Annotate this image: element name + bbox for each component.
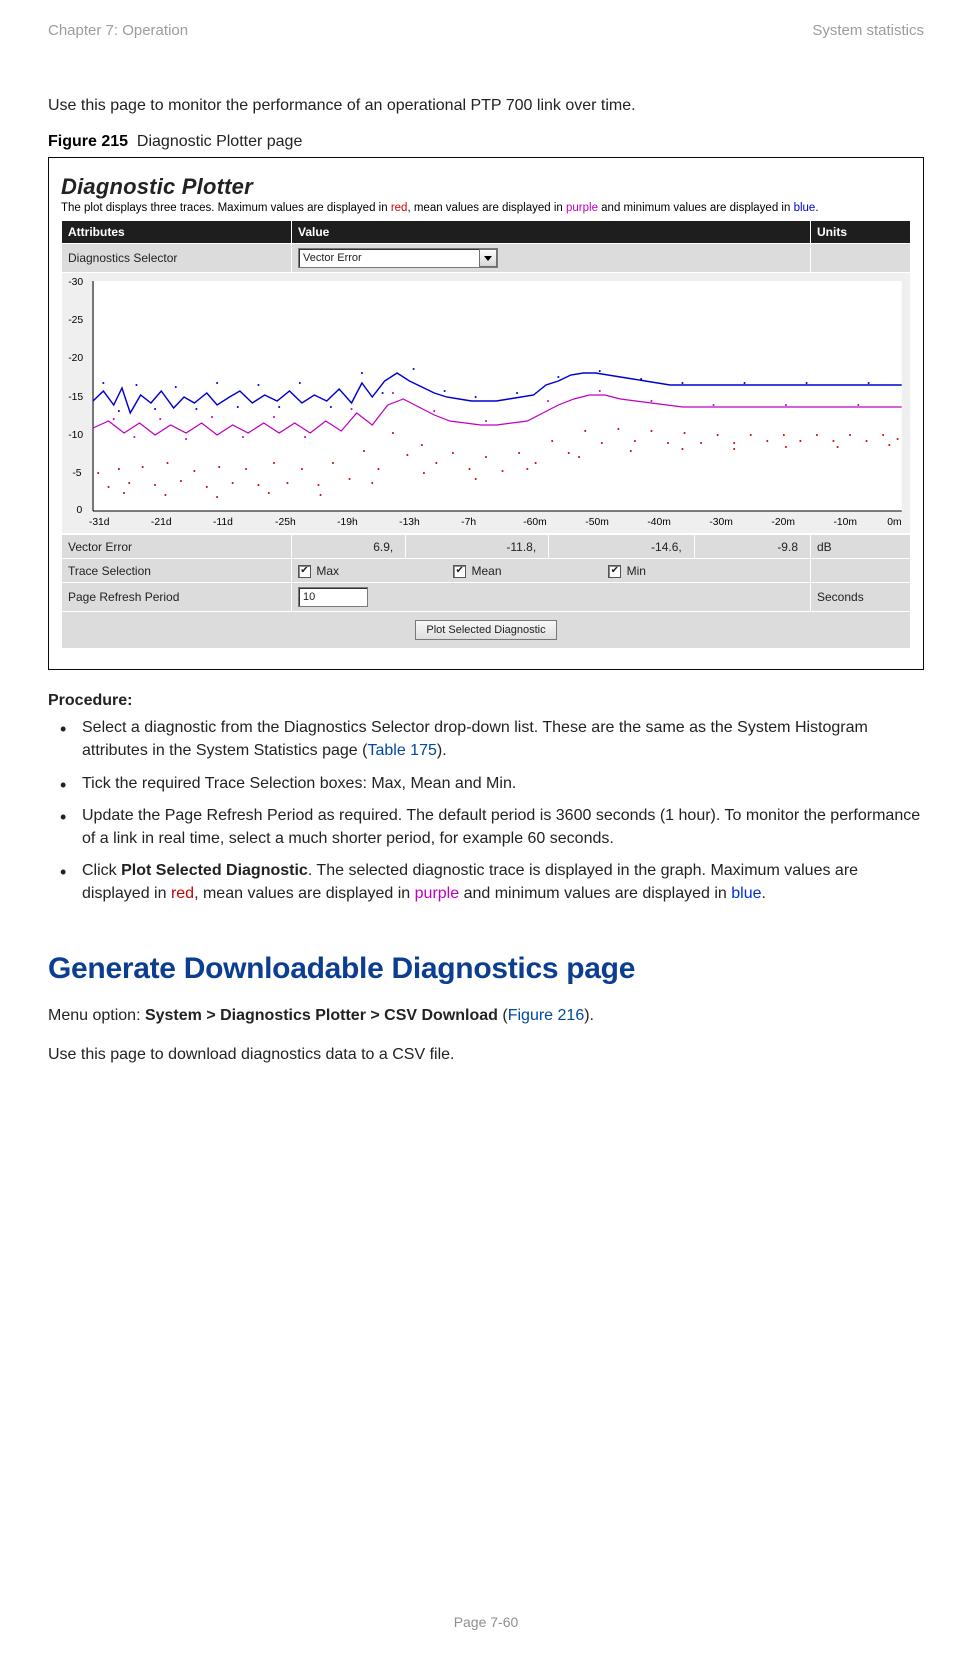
plotter-subtitle: The plot displays three traces. Maximum … (61, 202, 911, 214)
intro-text: Use this page to monitor the performance… (48, 94, 924, 117)
svg-text:-25: -25 (68, 315, 83, 326)
svg-text:-15: -15 (68, 392, 83, 403)
row-plot-button: Plot Selected Diagnostic (62, 612, 911, 649)
link-table-175[interactable]: Table 175 (367, 742, 436, 759)
plotter-title: Diagnostic Plotter (61, 174, 911, 200)
svg-text:-7h: -7h (461, 517, 476, 528)
procedure-item-4: Click Plot Selected Diagnostic. The sele… (82, 859, 924, 905)
header-section: System statistics (812, 22, 924, 39)
vector-val-4: -9.8 (694, 535, 810, 559)
svg-text:-20: -20 (68, 353, 83, 364)
row-diagnostics-selector: Diagnostics Selector Vector Error (62, 244, 911, 273)
svg-text:0m: 0m (887, 517, 901, 528)
svg-text:-31d: -31d (89, 517, 110, 528)
figure-title: Diagnostic Plotter page (137, 133, 302, 150)
vector-val-2: -11.8, (406, 535, 549, 559)
procedure-item-3: Update the Page Refresh Period as requir… (82, 804, 924, 850)
procedure-item-1: Select a diagnostic from the Diagnostics… (82, 716, 924, 762)
figure-box: Diagnostic Plotter The plot displays thr… (48, 157, 924, 670)
label-trace-selection: Trace Selection (62, 559, 292, 583)
svg-text:-40m: -40m (647, 517, 671, 528)
svg-text:-21d: -21d (151, 517, 172, 528)
svg-text:-10m: -10m (833, 517, 857, 528)
svg-text:-5: -5 (72, 468, 82, 479)
row-trace-selection: Trace Selection ✔ Max ✔ Mean ✔ Min (62, 559, 911, 583)
checkbox-min-label: Min (627, 564, 646, 578)
figure-caption: Figure 215 Diagnostic Plotter page (48, 133, 924, 151)
svg-text:-13h: -13h (399, 517, 420, 528)
header-chapter: Chapter 7: Operation (48, 22, 188, 39)
svg-text:-10: -10 (68, 430, 83, 441)
th-units: Units (811, 221, 911, 244)
checkbox-mean[interactable]: ✔ (453, 565, 466, 578)
label-refresh-period: Page Refresh Period (62, 583, 292, 612)
plot-selected-diagnostic-button[interactable]: Plot Selected Diagnostic (415, 620, 556, 640)
plotter-table: Attributes Value Units Diagnostics Selec… (61, 220, 911, 534)
diagnostics-selector-dropdown[interactable]: Vector Error (298, 248, 498, 268)
figure-label: Figure 215 (48, 133, 128, 150)
chevron-down-icon[interactable] (479, 249, 497, 267)
vector-val-1: 6.9, (292, 535, 406, 559)
svg-text:-11d: -11d (213, 517, 233, 528)
svg-text:-30m: -30m (709, 517, 733, 528)
menu-option-line: Menu option: System > Diagnostics Plotte… (48, 1004, 924, 1027)
row-vector-error: Vector Error 6.9, -11.8, -14.6, -9.8 dB (62, 535, 911, 559)
svg-text:-25h: -25h (275, 517, 296, 528)
diagnostic-chart: -30 -25 -20 -15 -10 -5 0 -31d (62, 273, 910, 533)
checkbox-mean-label: Mean (471, 564, 501, 578)
plotter-lower-table: Vector Error 6.9, -11.8, -14.6, -9.8 dB … (61, 534, 911, 649)
checkbox-max[interactable]: ✔ (298, 565, 311, 578)
label-diagnostics-selector: Diagnostics Selector (62, 244, 292, 273)
svg-text:-60m: -60m (523, 517, 547, 528)
page-number: Page 7-60 (0, 1614, 972, 1630)
svg-text:0: 0 (76, 505, 82, 516)
svg-text:-50m: -50m (585, 517, 609, 528)
diagnostics-selector-value: Vector Error (299, 252, 479, 264)
vector-val-3: -14.6, (549, 535, 695, 559)
refresh-period-input[interactable]: 10 (298, 587, 368, 607)
checkbox-min[interactable]: ✔ (608, 565, 621, 578)
svg-text:-20m: -20m (771, 517, 795, 528)
checkbox-max-label: Max (316, 564, 339, 578)
vector-units: dB (811, 535, 911, 559)
procedure-list: Select a diagnostic from the Diagnostics… (48, 716, 924, 905)
svg-text:-30: -30 (68, 277, 83, 288)
th-value: Value (292, 221, 811, 244)
refresh-units: Seconds (811, 583, 911, 612)
procedure-item-2: Tick the required Trace Selection boxes:… (82, 772, 924, 795)
th-attributes: Attributes (62, 221, 292, 244)
procedure-heading: Procedure: (48, 692, 924, 710)
section-heading-generate-diagnostics: Generate Downloadable Diagnostics page (48, 952, 924, 986)
section2-desc: Use this page to download diagnostics da… (48, 1043, 924, 1066)
page-header: Chapter 7: Operation System statistics (48, 22, 924, 39)
svg-text:-19h: -19h (337, 517, 358, 528)
row-refresh-period: Page Refresh Period 10 Seconds (62, 583, 911, 612)
label-vector-error: Vector Error (62, 535, 292, 559)
link-figure-216[interactable]: Figure 216 (508, 1007, 585, 1024)
